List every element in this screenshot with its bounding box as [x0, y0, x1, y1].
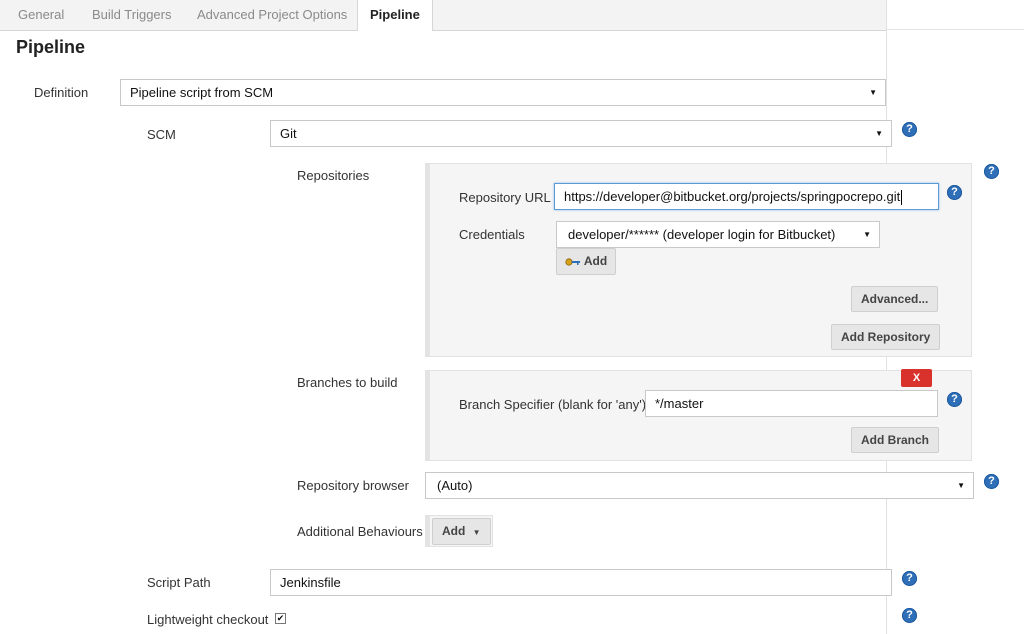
definition-label: Definition — [34, 85, 89, 100]
help-icon[interactable]: ? — [947, 185, 962, 200]
lightweight-checkout-label: Lightweight checkout — [147, 612, 269, 627]
help-icon[interactable]: ? — [947, 392, 962, 407]
help-icon[interactable]: ? — [984, 164, 999, 179]
help-icon[interactable]: ? — [902, 571, 917, 586]
key-icon — [565, 258, 580, 266]
help-icon[interactable]: ? — [902, 608, 917, 623]
add-repository-button[interactable]: Add Repository — [831, 324, 941, 350]
add-behaviour-button[interactable]: Add ▼ — [432, 518, 491, 545]
help-icon[interactable]: ? — [902, 122, 917, 137]
advanced-button[interactable]: Advanced... — [851, 286, 939, 312]
repository-url-input[interactable]: https://developer@bitbucket.org/projects… — [554, 183, 939, 210]
scm-label: SCM — [147, 127, 176, 142]
chevron-down-icon: ▼ — [869, 88, 877, 97]
credentials-select[interactable]: developer/****** (developer login for Bi… — [556, 221, 880, 248]
repository-url-value: https://developer@bitbucket.org/projects… — [564, 189, 901, 204]
chevron-down-icon: ▼ — [863, 230, 871, 239]
branch-specifier-input[interactable]: */master — [645, 390, 938, 417]
tab-build-triggers[interactable]: Build Triggers — [92, 0, 171, 30]
delete-branch-button[interactable]: X — [901, 369, 932, 387]
text-caret — [901, 190, 903, 206]
add-branch-button[interactable]: Add Branch — [851, 427, 940, 453]
repository-url-label: Repository URL — [459, 190, 551, 205]
credentials-value: developer/****** (developer login for Bi… — [568, 227, 836, 242]
branches-label: Branches to build — [297, 375, 398, 390]
tab-pipeline[interactable]: Pipeline — [357, 0, 433, 31]
tab-advanced-project-options[interactable]: Advanced Project Options — [197, 0, 347, 30]
add-credentials-label: Add — [583, 254, 608, 268]
scm-select[interactable]: Git ▼ — [270, 120, 892, 147]
section-title: Pipeline — [16, 37, 86, 57]
chevron-down-icon: ▼ — [875, 129, 883, 138]
script-path-input[interactable]: Jenkinsfile — [270, 569, 892, 596]
branch-specifier-label: Branch Specifier (blank for 'any') — [459, 397, 647, 412]
definition-select[interactable]: Pipeline script from SCM ▼ — [120, 79, 886, 106]
script-path-value: Jenkinsfile — [280, 575, 341, 590]
tab-bar: General Build Triggers Advanced Project … — [0, 0, 886, 31]
definition-value: Pipeline script from SCM — [130, 85, 274, 100]
divider — [886, 29, 1024, 30]
scm-value: Git — [280, 126, 297, 141]
repositories-label: Repositories — [297, 168, 370, 183]
additional-behaviours-label: Additional Behaviours — [297, 524, 423, 539]
repository-browser-value: (Auto) — [437, 478, 473, 493]
add-behaviour-label: Add — [442, 524, 466, 538]
help-icon[interactable]: ? — [984, 474, 999, 489]
repository-browser-select[interactable]: (Auto) ▼ — [425, 472, 974, 499]
chevron-down-icon: ▼ — [957, 481, 965, 490]
chevron-down-icon: ▼ — [472, 528, 481, 537]
tab-general[interactable]: General — [18, 0, 64, 30]
repository-browser-label: Repository browser — [297, 478, 409, 493]
lightweight-checkout-checkbox[interactable]: ✔ — [275, 613, 286, 624]
add-credentials-button[interactable]: Add — [556, 248, 617, 275]
script-path-label: Script Path — [147, 575, 211, 590]
credentials-label: Credentials — [459, 227, 525, 242]
branch-specifier-value: */master — [655, 396, 704, 411]
